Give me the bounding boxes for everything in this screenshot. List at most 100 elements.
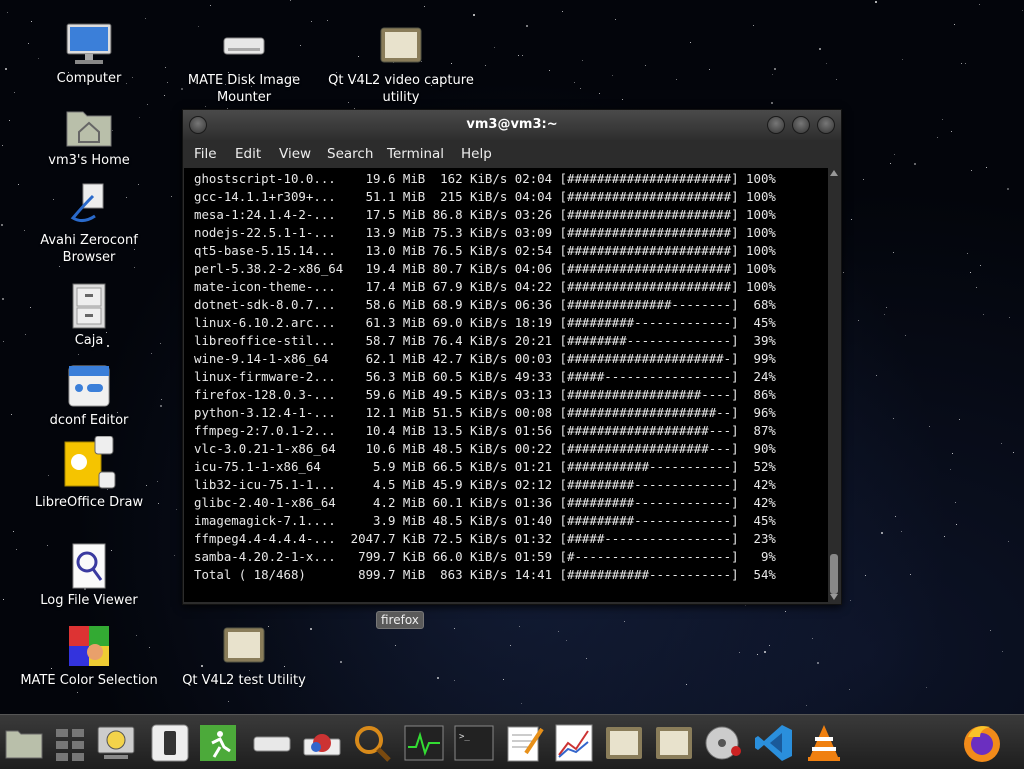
- desktop-icon-disk-image-mounter[interactable]: MATE Disk Image Mounter: [169, 22, 319, 106]
- star: [3, 599, 4, 600]
- star: [876, 375, 877, 376]
- star: [819, 48, 821, 50]
- star: [851, 219, 852, 220]
- network-icon: [65, 182, 113, 230]
- menu-terminal[interactable]: Terminal: [387, 146, 444, 162]
- star: [586, 658, 587, 659]
- phone-icon[interactable]: [150, 723, 190, 763]
- star: [1001, 443, 1002, 444]
- scroll-down-icon[interactable]: [830, 594, 838, 600]
- menu-view[interactable]: View: [279, 146, 311, 162]
- download-row: ghostscript-10.0... 19.6 MiB 162 KiB/s 0…: [194, 171, 776, 186]
- download-row: lib32-icu-75.1-1... 4.5 MiB 45.9 KiB/s 0…: [194, 477, 776, 492]
- vlc-icon[interactable]: [804, 723, 844, 763]
- firefox-tooltip: firefox: [376, 611, 424, 629]
- desktop-icon-label: Qt V4L2 test Utility: [182, 673, 306, 688]
- star: [965, 63, 966, 64]
- star: [145, 18, 146, 19]
- download-row: gcc-14.1.1+r309+... 51.1 MiB 215 KiB/s 0…: [194, 189, 776, 204]
- video-capture-icon[interactable]: [604, 723, 644, 763]
- desktop-icon-libreoffice-draw[interactable]: LibreOffice Draw: [14, 435, 164, 511]
- star: [510, 645, 511, 646]
- disk-utility-icon[interactable]: [96, 723, 136, 763]
- search-magnifier-icon[interactable]: [352, 723, 392, 763]
- star: [580, 88, 581, 89]
- computer-icon: [65, 20, 113, 68]
- star: [624, 621, 625, 622]
- vscode-icon[interactable]: [754, 723, 794, 763]
- star: [849, 689, 850, 690]
- star: [955, 502, 956, 503]
- video-capture-icon: [377, 22, 425, 70]
- star: [1009, 317, 1010, 318]
- scroll-thumb[interactable]: [830, 554, 838, 594]
- star: [979, 4, 980, 5]
- terminal-icon[interactable]: >_: [454, 723, 494, 763]
- star: [764, 651, 766, 653]
- desktop-icon-log-viewer[interactable]: Log File Viewer: [14, 542, 164, 609]
- window-menu-button[interactable]: [189, 116, 207, 134]
- scroll-up-icon[interactable]: [830, 170, 838, 176]
- disk-image-icon[interactable]: [702, 723, 742, 763]
- desktop-icon-home[interactable]: vm3's Home: [14, 102, 164, 169]
- star: [986, 167, 987, 168]
- drive-icon[interactable]: [252, 723, 292, 763]
- star: [757, 654, 758, 655]
- desktop-icon-computer[interactable]: Computer: [14, 20, 164, 87]
- star: [454, 680, 455, 681]
- download-row: icu-75.1-1-x86_64 5.9 MiB 66.5 KiB/s 01:…: [194, 459, 776, 474]
- star: [772, 74, 773, 75]
- download-row: mesa-1:24.1.4-2-... 17.5 MiB 86.8 KiB/s …: [194, 207, 776, 222]
- firefox-icon[interactable]: [960, 723, 1004, 763]
- workspace-switcher-icon[interactable]: [52, 723, 94, 763]
- disk-image-icon: [220, 22, 268, 70]
- desktop-icon-label: dconf Editor: [49, 413, 129, 428]
- desktop-icon-label: LibreOffice Draw: [34, 495, 144, 510]
- terminal-window[interactable]: vm3@vm3:~ File Edit View Search Terminal…: [182, 109, 842, 605]
- download-row: mate-icon-theme-... 17.4 MiB 67.9 KiB/s …: [194, 279, 776, 294]
- star: [164, 95, 165, 96]
- desktop-icon-video-test[interactable]: Qt V4L2 test Utility: [169, 622, 319, 689]
- menu-search[interactable]: Search: [327, 146, 373, 162]
- desktop-icon-label: Avahi Zeroconf Browser: [40, 233, 138, 265]
- desktop-icon-avahi[interactable]: Avahi Zeroconf Browser: [14, 182, 164, 266]
- desktop-icon-label: Log File Viewer: [40, 593, 138, 608]
- download-row: samba-4.20.2-1-x... 799.7 KiB 66.0 KiB/s…: [194, 549, 776, 564]
- menu-help[interactable]: Help: [461, 146, 492, 162]
- files-icon[interactable]: [4, 723, 44, 763]
- star: [806, 705, 807, 706]
- desktop-icon-color-selection[interactable]: MATE Color Selection: [14, 622, 164, 689]
- star: [929, 426, 930, 427]
- menu-edit[interactable]: Edit: [235, 146, 261, 162]
- window-titlebar[interactable]: vm3@vm3:~: [183, 110, 841, 140]
- menu-file[interactable]: File: [194, 146, 217, 162]
- scrollbar[interactable]: [828, 168, 840, 602]
- video-test-icon[interactable]: [654, 723, 694, 763]
- desktop-icon-label: Computer: [56, 71, 122, 86]
- exit-icon[interactable]: [198, 723, 238, 763]
- paint-icon[interactable]: [302, 723, 342, 763]
- close-button[interactable]: [817, 116, 835, 134]
- desktop-icon-video-capture[interactable]: Qt V4L2 video capture utility: [326, 22, 476, 106]
- star: [395, 645, 396, 646]
- star: [954, 24, 955, 25]
- desktop-icon-dconf[interactable]: dconf Editor: [14, 362, 164, 429]
- star: [753, 25, 754, 26]
- star: [894, 154, 895, 155]
- download-row: qt5-base-5.15.14... 13.0 MiB 76.5 KiB/s …: [194, 243, 776, 258]
- terminal-output[interactable]: ghostscript-10.0... 19.6 MiB 162 KiB/s 0…: [184, 168, 828, 602]
- desktop-icon-caja[interactable]: Caja: [14, 282, 164, 349]
- minimize-button[interactable]: [767, 116, 785, 134]
- star: [676, 79, 677, 80]
- star: [566, 640, 567, 641]
- chart-icon[interactable]: [554, 723, 594, 763]
- star: [914, 163, 916, 165]
- system-monitor-icon[interactable]: [404, 723, 444, 763]
- star: [942, 119, 943, 120]
- star: [558, 631, 559, 632]
- star: [893, 418, 894, 419]
- text-editor-icon[interactable]: [504, 723, 544, 763]
- star: [826, 63, 827, 64]
- maximize-button[interactable]: [792, 116, 810, 134]
- star: [881, 532, 883, 534]
